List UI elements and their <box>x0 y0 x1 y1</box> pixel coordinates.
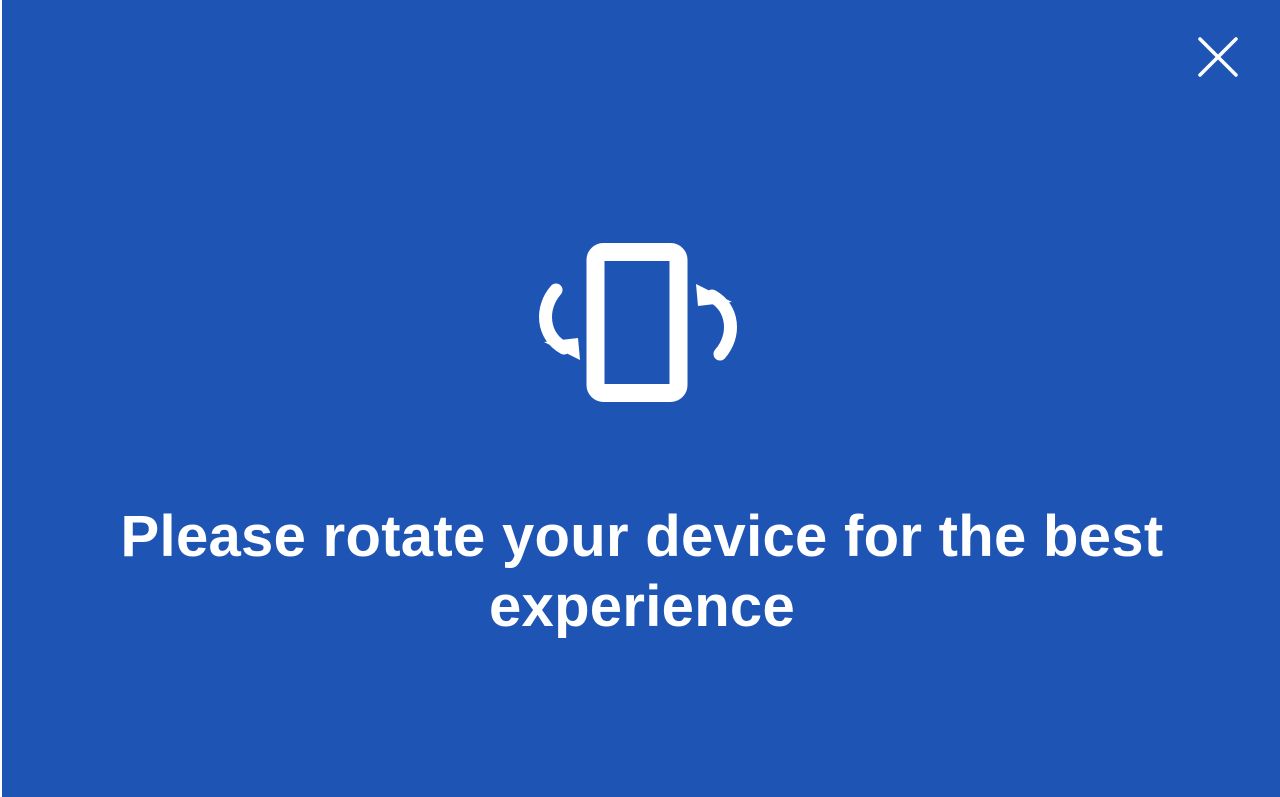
rotate-message: Please rotate your device for the best e… <box>2 502 1280 642</box>
rotate-message-line-2: experience <box>488 574 796 639</box>
rotate-device-icon <box>536 242 740 402</box>
close-icon <box>1198 37 1238 77</box>
rotate-message-line-1: Please rotate your device for the best <box>120 504 1164 569</box>
close-button[interactable] <box>1192 32 1244 84</box>
rotate-device-overlay: Please rotate your device for the best e… <box>2 0 1280 797</box>
